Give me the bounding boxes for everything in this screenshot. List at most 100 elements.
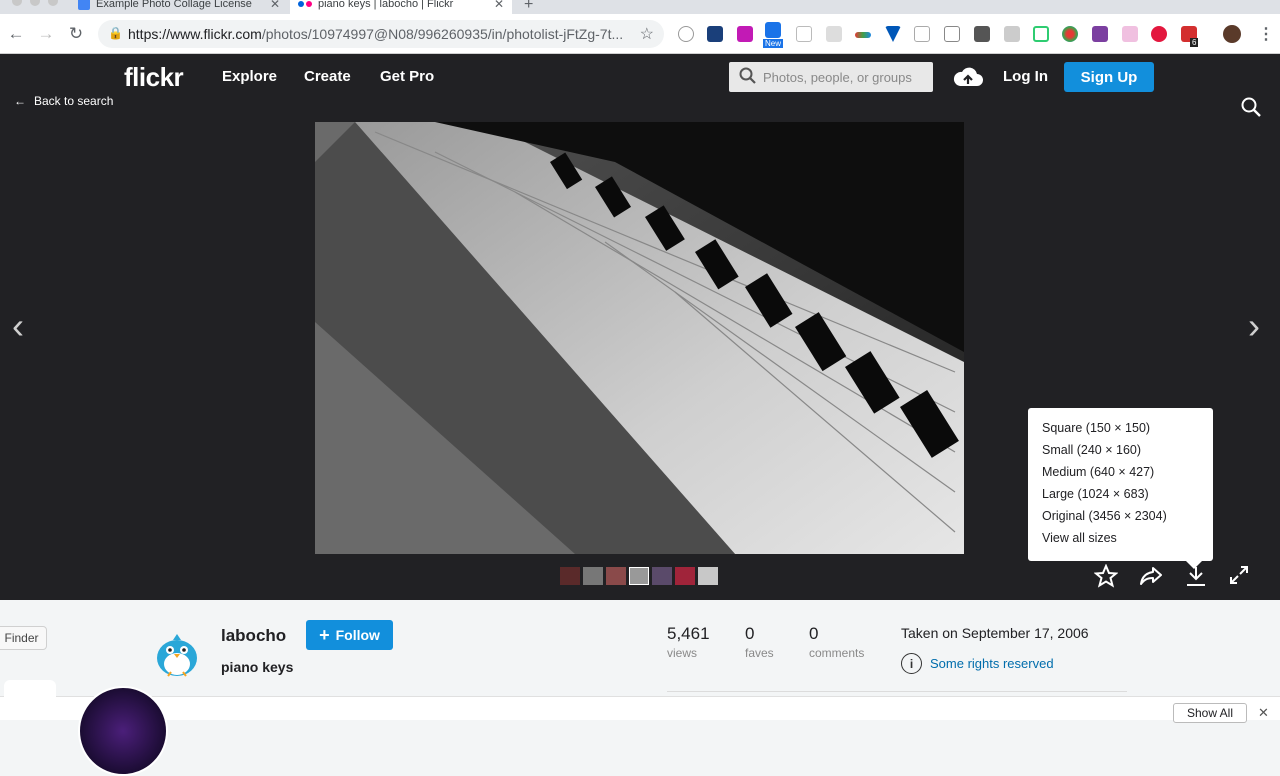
extension-icon[interactable] [1004,26,1020,42]
nav-create[interactable]: Create [304,68,351,85]
extension-icon[interactable] [974,26,990,42]
extension-icon[interactable] [1062,26,1078,42]
views-count: 5,461 [667,624,710,643]
comments-stat: 0 comments [809,624,864,660]
license-info-icon: i [901,653,922,674]
thumbnail[interactable] [652,567,672,585]
faves-label: faves [745,646,774,660]
extension-icon[interactable] [678,26,694,42]
main-photo[interactable] [315,122,964,554]
extension-icon[interactable] [796,26,812,42]
tab-title: Example Photo Collage License [96,0,252,10]
nav-explore[interactable]: Explore [222,68,277,85]
url-host: https://www.flickr.com [128,26,262,42]
upload-cloud-icon[interactable] [953,64,983,90]
faves-count: 0 [745,624,755,643]
size-original[interactable]: Original (3456 × 2304) [1028,508,1213,530]
extension-icon[interactable] [855,32,871,38]
nav-get-pro[interactable]: Get Pro [380,68,434,85]
owner-username[interactable]: labocho [221,626,286,646]
search-icon [739,67,756,84]
tab-license[interactable]: Example Photo Collage License ✕ [70,0,288,14]
extension-icon[interactable] [826,26,842,42]
extension-icon[interactable] [707,26,723,42]
window-controls[interactable] [12,0,58,6]
search-icon[interactable] [1240,96,1262,118]
download-sizes-menu: Square (150 × 150) Small (240 × 160) Med… [1028,408,1213,569]
close-icon[interactable]: ✕ [1258,705,1269,721]
comments-label: comments [809,646,865,660]
thumbnail[interactable] [583,567,603,585]
size-medium[interactable]: Medium (640 × 427) [1028,464,1213,486]
thumbnail[interactable] [629,567,649,585]
back-to-search-link[interactable]: ← Back to search [14,94,113,108]
views-label: views [667,646,698,660]
close-tab-icon[interactable]: ✕ [270,0,280,11]
thumbnail[interactable] [606,567,626,585]
login-link[interactable]: Log In [1003,68,1048,85]
url-input[interactable]: 🔒 https://www.flickr.com/photos/10974997… [98,20,664,48]
extension-icon[interactable] [944,26,960,42]
show-all-button[interactable]: Show All [1173,703,1247,723]
download-icon[interactable] [1184,564,1208,588]
back-arrow-icon: ← [14,94,26,108]
url-path: /photos/10974997@N08/996260935/in/photol… [261,26,624,42]
share-icon[interactable] [1139,564,1163,588]
siri-orb-icon[interactable] [78,686,168,776]
menu-kebab-icon[interactable]: ⋮ [1258,24,1274,44]
finder-tooltip: Finder [0,626,47,650]
photostream-thumbnails [560,567,718,585]
lock-icon: 🔒 [108,26,123,40]
extension-icon[interactable] [1092,26,1108,42]
docs-icon [78,0,90,10]
taken-date: Taken on September 17, 2006 [901,625,1089,641]
search-input[interactable]: Photos, people, or groups [729,62,933,92]
back-arrow-icon[interactable]: ← [6,24,26,44]
back-to-search-label: Back to search [34,94,114,108]
bookmark-star-icon[interactable]: ☆ [640,24,654,44]
extension-icon[interactable] [765,22,781,38]
address-bar-row: ← → ↻ 🔒 https://www.flickr.com/photos/10… [0,14,1280,54]
fullscreen-icon[interactable] [1228,564,1250,586]
extension-icon[interactable] [885,26,901,42]
faves-stat: 0 faves [745,624,774,660]
size-square[interactable]: Square (150 × 150) [1028,420,1213,442]
reload-icon[interactable]: ↻ [66,24,86,44]
close-tab-icon[interactable]: ✕ [494,0,504,11]
size-small[interactable]: Small (240 × 160) [1028,442,1213,464]
follow-label: Follow [335,627,380,643]
previous-photo-arrow-icon[interactable]: ‹ [12,305,24,347]
fave-star-icon[interactable] [1094,564,1118,588]
view-all-sizes-link[interactable]: View all sizes [1028,530,1213,552]
tab-title: piano keys | labocho | Flickr [318,0,454,10]
size-large[interactable]: Large (1024 × 683) [1028,486,1213,508]
user-avatar[interactable] [150,626,204,680]
profile-avatar-icon[interactable] [1223,25,1241,43]
piano-keys-image [315,122,964,554]
extension-icon[interactable] [1151,26,1167,42]
extension-icon[interactable] [1033,26,1049,42]
search-placeholder: Photos, people, or groups [763,69,912,85]
license-link[interactable]: i Some rights reserved [901,653,1054,674]
flickr-logo[interactable]: flickr [124,62,184,93]
new-tab-button[interactable]: + [524,0,533,14]
next-photo-arrow-icon[interactable]: › [1248,305,1260,347]
forward-arrow-icon[interactable]: → [36,24,56,44]
tab-flickr[interactable]: piano keys | labocho | Flickr ✕ [290,0,512,14]
plus-icon: + [319,625,330,645]
thumbnail[interactable] [560,567,580,585]
signup-button[interactable]: Sign Up [1064,62,1154,92]
thumbnail[interactable] [698,567,718,585]
extension-icon[interactable] [914,26,930,42]
browser-tab-bar: Example Photo Collage License ✕ piano ke… [0,0,1280,14]
photo-viewer: ← Back to search ‹ › Square (150 × 150) … [0,94,1280,600]
thumbnail[interactable] [675,567,695,585]
views-stat: 5,461 views [667,624,710,660]
dock-item[interactable] [4,680,56,720]
bottom-strip: Show All ✕ [0,696,1280,723]
divider [667,691,1127,692]
license-label: Some rights reserved [930,656,1054,671]
extension-icon[interactable] [1122,26,1138,42]
follow-button[interactable]: + Follow [306,620,393,650]
extension-icon[interactable] [737,26,753,42]
